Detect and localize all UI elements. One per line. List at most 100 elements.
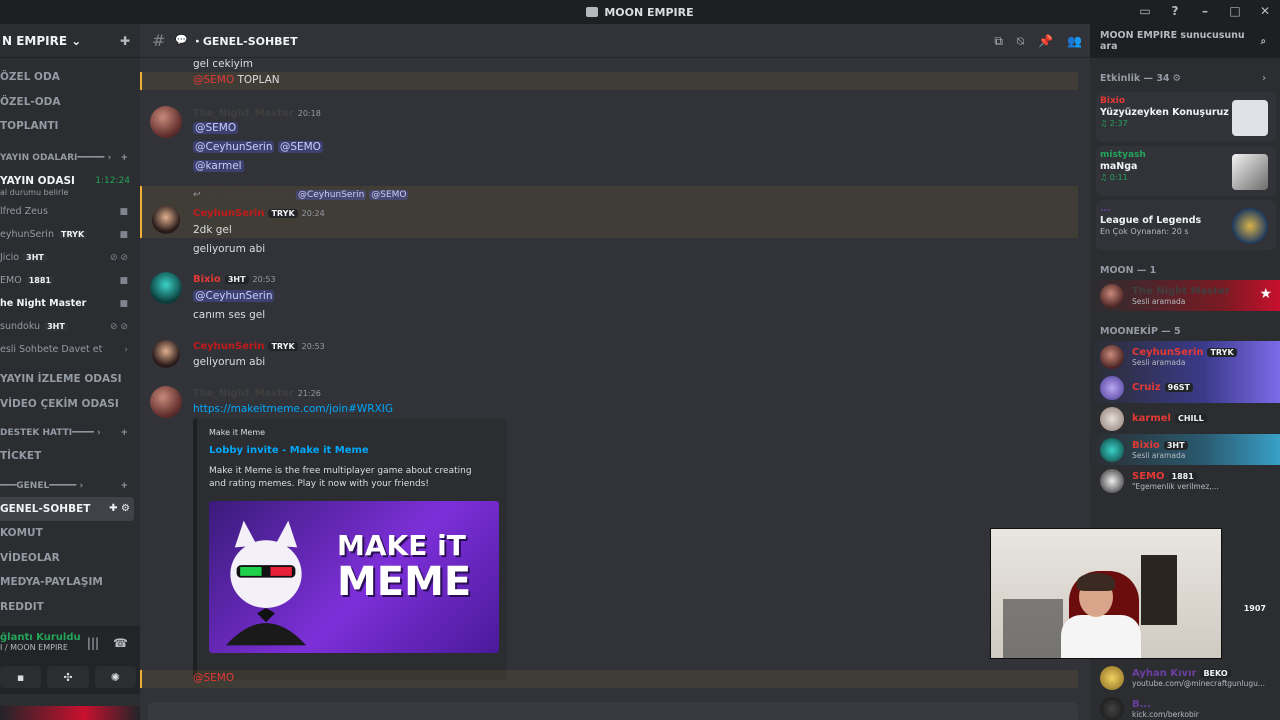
channel-item[interactable]: ÖZEL-ODA [0, 90, 140, 115]
voice-user[interactable]: EMO 1881 ■ [0, 269, 140, 292]
embed-provider: Make it Meme [209, 428, 266, 437]
member-row[interactable]: Bixio 3HT Sesli aramada [1090, 434, 1280, 465]
activity-header[interactable]: Etkinlik — 34 ⚙ › [1090, 68, 1280, 88]
avatar[interactable] [152, 206, 180, 234]
member-row[interactable]: B... kick.com/berkobir [1090, 693, 1280, 720]
channel-item[interactable]: MEDYA-PAYLAŞIM [0, 570, 140, 595]
message-author[interactable]: CeyhunSerin TRYK 20:53 [193, 341, 325, 352]
message-line: 2dk gel [193, 224, 232, 236]
member-row[interactable]: CeyhunSerin TRYK Sesli aramada [1090, 341, 1280, 372]
invite-to-voice[interactable]: esli Sohbete Davet et › [0, 338, 140, 361]
channel-item[interactable]: YAYIN İZLEME ODASI [0, 367, 140, 392]
server-search-input[interactable]: MOON EMPIRE sunucusunu ara ⌕ [1092, 30, 1274, 52]
link-embed: Make it Meme Lobby invite - Make it Meme… [193, 418, 507, 680]
notification-mute-icon[interactable]: ⍉ [1017, 34, 1024, 49]
activity-card[interactable]: mistyash maNga ♫ 0:11 [1096, 146, 1276, 196]
highlighted-message [140, 72, 1078, 90]
message-author[interactable]: Bixio 3HT 20:53 [193, 274, 276, 285]
disconnect-icon[interactable]: ☎ [113, 636, 128, 650]
channel-item-active[interactable]: GENEL-SOHBET ✚ ⚙ [0, 496, 134, 521]
message-link[interactable]: https://makeitmeme.com/join#WRXIG [193, 403, 393, 415]
avatar [1100, 344, 1124, 369]
message-line: @SEMO [193, 122, 239, 134]
member-row[interactable]: Cruiz 96ST [1090, 372, 1280, 403]
embed-description: Make it Meme is the free multiplayer gam… [209, 466, 472, 489]
star-icon: ★ [1259, 286, 1272, 302]
camera-button[interactable]: ▪ [0, 666, 42, 688]
activity-card[interactable]: Bixio Yüzyüzeyken Konuşuruz ♫ 2:37 [1096, 92, 1276, 142]
member-list-icon[interactable]: 👥 [1067, 34, 1082, 49]
message-author[interactable]: The_Night_Master 21:26 [193, 388, 321, 399]
message-line: gel cekiyim [193, 58, 253, 70]
category-destek[interactable]: DESTEK HATTI━━━━ › + [0, 422, 140, 444]
avatar [1100, 468, 1124, 493]
minimize-icon[interactable]: – [1198, 4, 1212, 18]
message-line: canım ses gel [193, 309, 266, 321]
activities-button[interactable]: ✣ [47, 666, 89, 688]
channel-item[interactable]: VİDEO ÇEKİM ODASI [0, 392, 140, 417]
threads-icon[interactable]: ⧉ [994, 34, 1003, 49]
window-titlebar: MOON EMPIRE ▭ ? – □ ✕ [0, 0, 1280, 24]
avatar [1100, 665, 1124, 690]
voice-connection-panel: ğlantı Kuruldu I / MOON EMPIRE ||| ☎ ▪ ✣… [0, 626, 140, 694]
member-row[interactable]: The Night Master Sesli aramada ★ [1090, 280, 1280, 311]
activity-card[interactable]: ... League of Legends En Çok Oynanan: 20… [1096, 200, 1276, 250]
avatar[interactable] [150, 272, 182, 304]
category-genel[interactable]: ━━━GENEL━━━━━ › + [0, 475, 140, 497]
voice-user[interactable]: lfred Zeus ■ [0, 200, 140, 223]
channel-item[interactable]: REDDIT [0, 595, 140, 620]
user-banner [0, 706, 140, 720]
message-line: @karmel [193, 160, 244, 172]
message-line: geliyorum abi [193, 243, 266, 255]
member-row[interactable]: Ayhan Kıvır BEKO youtube.com/@minecraftgun… [1090, 662, 1280, 693]
message-author[interactable]: The_Night_Master 20:18 [193, 108, 321, 119]
channel-header: # 💬 ・GENEL-SOHBET [140, 24, 1090, 58]
avatar [1100, 283, 1124, 308]
avatar[interactable] [152, 340, 180, 368]
embed-image[interactable]: MAKE iT MEME [209, 501, 499, 653]
channel-item[interactable]: TOPLANTI [0, 114, 140, 139]
member-row[interactable]: SEMO 1881 "Egemenlik verilmez,... [1090, 465, 1280, 496]
server-header[interactable]: N EMPIRE ⌄ ✚ [0, 24, 140, 58]
camera-icon: ■ [119, 206, 128, 217]
soundboard-button[interactable]: ✺ [94, 666, 136, 688]
close-icon[interactable]: ✕ [1258, 4, 1272, 18]
inbox-icon[interactable]: ▭ [1138, 4, 1152, 18]
voice-user[interactable]: sundoku 3HT ⊘ ⊘ [0, 315, 140, 338]
album-art [1232, 100, 1268, 136]
message-composer[interactable] [148, 702, 1078, 720]
mention: @SEMO [193, 74, 235, 86]
embed-image-caption: MAKE iT MEME [337, 529, 472, 605]
voice-user[interactable]: he Night Master ■ [0, 292, 140, 315]
avatar [1100, 375, 1124, 400]
add-member-icon[interactable]: ✚ [120, 34, 130, 48]
maximize-icon[interactable]: □ [1228, 4, 1242, 18]
channel-sidebar: N EMPIRE ⌄ ✚ ÖZEL ODA ÖZEL-ODA TOPLANTI … [0, 24, 140, 720]
message-line: @CeyhunSerin @SEMO [193, 141, 323, 153]
mute-icon: ⊘ ⊘ [110, 252, 128, 263]
chevron-right-icon: › [124, 344, 128, 355]
message-author[interactable]: CeyhunSerin TRYK 20:24 [193, 208, 325, 219]
channel-item[interactable]: VİDEOLAR [0, 546, 140, 571]
chevron-down-icon: ⌄ [71, 33, 82, 48]
member-row[interactable]: karmel CHILL [1090, 403, 1280, 434]
avatar[interactable] [150, 386, 182, 418]
message-line: @SEMO [193, 672, 235, 684]
avatar[interactable] [150, 106, 182, 138]
pin-icon[interactable]: 📌 [1038, 34, 1053, 49]
embed-title[interactable]: Lobby invite - Make it Meme [209, 445, 495, 456]
server-name: N EMPIRE [2, 33, 68, 48]
voice-user[interactable]: eyhunSerin TRYK ■ [0, 223, 140, 246]
channel-item[interactable]: ÖZEL ODA [0, 65, 140, 90]
noise-suppression-icon[interactable]: ||| [87, 636, 99, 650]
chevron-right-icon: › [1262, 72, 1266, 84]
reply-preview[interactable]: ↩ @The_Night_Master @CeyhunSerin @SEMO [193, 190, 409, 200]
voice-user[interactable]: Jicio 3HT ⊘ ⊘ [0, 246, 140, 269]
category-yayin[interactable]: YAYIN ODALARI━━━━━ › + [0, 147, 140, 169]
chat-bubble-icon: 💬 [175, 35, 188, 46]
channel-item[interactable]: KOMUT [0, 521, 140, 546]
channel-item[interactable]: TİCKET [0, 444, 140, 469]
voice-status-text[interactable]: al durumu belirle [0, 188, 140, 200]
help-icon[interactable]: ? [1168, 4, 1182, 18]
avatar [1100, 406, 1124, 431]
